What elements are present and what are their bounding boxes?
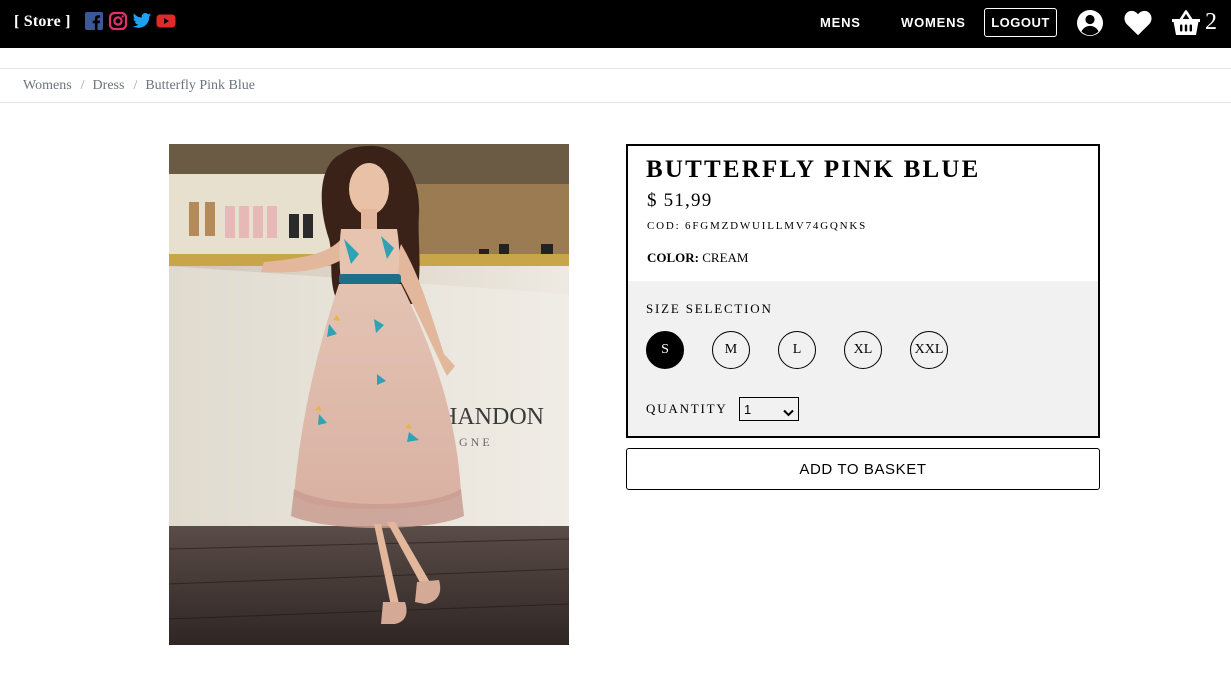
product-info-panel: BUTTERFLY PINK BLUE $ 51,99 COD: 6FGMZDW… — [626, 144, 1100, 438]
nav-womens[interactable]: WOMENS — [901, 15, 966, 30]
svg-text:GNE: GNE — [459, 435, 493, 449]
instagram-icon[interactable] — [108, 11, 128, 31]
cart-count-badge[interactable]: 2 — [1205, 9, 1217, 36]
twitter-icon[interactable] — [132, 11, 152, 31]
top-navbar: [ Store ] MENS WOMENS LOGOUT 2 — [0, 0, 1231, 48]
chevron-down-icon — [783, 405, 794, 420]
size-option-xl[interactable]: XL — [844, 331, 882, 369]
product-code: COD: 6FGMZDWUILLMV74GQNKS — [647, 220, 868, 232]
add-to-basket-button[interactable]: ADD TO BASKET — [626, 448, 1100, 490]
breadcrumb-bar: Womens / Dress / Butterfly Pink Blue — [0, 68, 1231, 103]
social-links — [84, 11, 176, 31]
size-quantity-panel: SIZE SELECTION S M L XL XXL QUANTITY 1 — [628, 281, 1098, 436]
product-title: BUTTERFLY PINK BLUE — [646, 156, 981, 183]
product-price: $ 51,99 — [647, 190, 713, 211]
user-account-icon[interactable] — [1076, 9, 1104, 42]
shopping-basket-icon[interactable] — [1171, 9, 1201, 42]
nav-mens[interactable]: MENS — [820, 15, 861, 30]
quantity-select[interactable]: 1 — [739, 397, 799, 421]
quantity-value: 1 — [744, 401, 752, 417]
color-label: COLOR: — [647, 250, 699, 265]
breadcrumb-separator: / — [133, 78, 138, 93]
size-option-s[interactable]: S — [646, 331, 684, 369]
size-option-m[interactable]: M — [712, 331, 750, 369]
youtube-icon[interactable] — [156, 11, 176, 31]
breadcrumb-separator: / — [80, 78, 85, 93]
breadcrumb-womens[interactable]: Womens — [23, 78, 72, 93]
color-value: CREAM — [702, 250, 749, 265]
logout-button[interactable]: LOGOUT — [984, 8, 1057, 37]
product-color: COLOR: CREAM — [647, 250, 748, 266]
breadcrumb: Womens / Dress / Butterfly Pink Blue — [23, 78, 255, 94]
wishlist-heart-icon[interactable] — [1124, 10, 1152, 41]
store-logo[interactable]: [ Store ] — [14, 13, 71, 31]
quantity-label: QUANTITY — [646, 401, 728, 416]
breadcrumb-dress[interactable]: Dress — [93, 78, 125, 93]
size-option-xxl[interactable]: XXL — [910, 331, 948, 369]
facebook-icon[interactable] — [84, 11, 104, 31]
breadcrumb-current: Butterfly Pink Blue — [145, 78, 255, 93]
size-option-l[interactable]: L — [778, 331, 816, 369]
size-selection-label: SIZE SELECTION — [646, 301, 773, 316]
product-image: CHANDON GNE — [169, 144, 569, 645]
